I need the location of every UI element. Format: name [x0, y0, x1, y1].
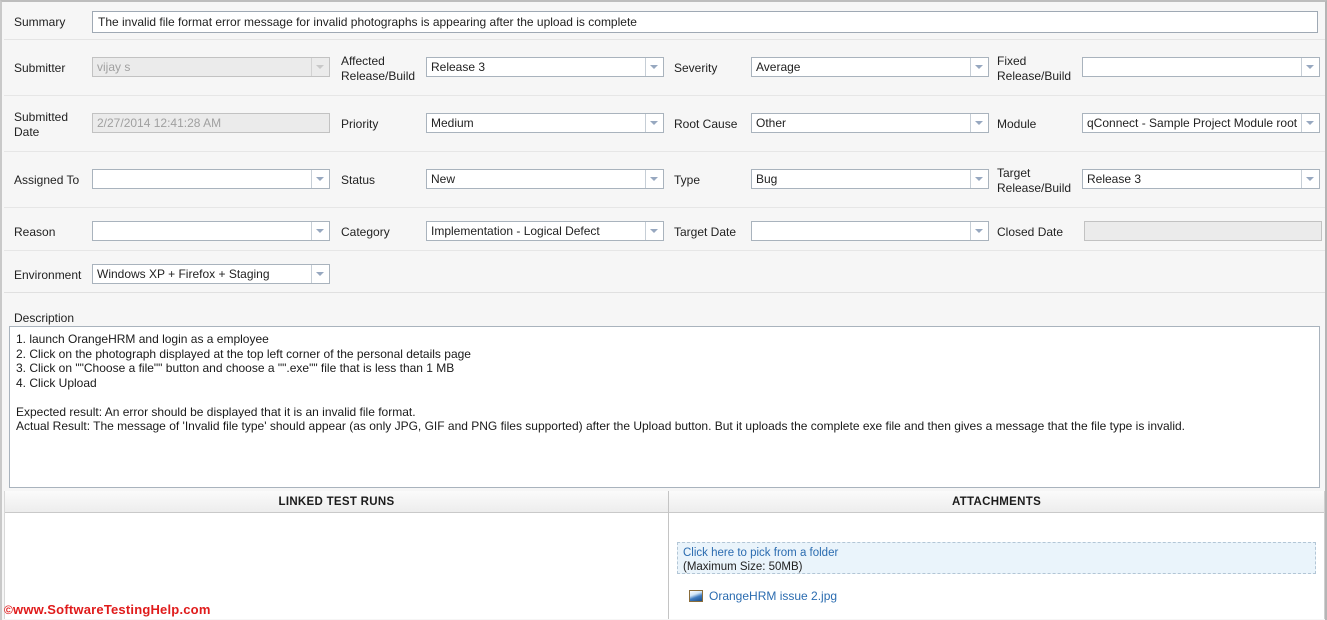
attachment-link[interactable]: OrangeHRM issue 2.jpg: [709, 589, 837, 603]
priority-field[interactable]: Medium: [426, 113, 664, 133]
submitted-date-label-line1: Submitted: [14, 110, 69, 124]
row-environment: Environment Windows XP + Firefox + Stagi…: [4, 251, 1325, 293]
linked-test-runs-panel: LINKED TEST RUNS: [4, 491, 669, 619]
fixed-release-label-line1: Fixed: [997, 54, 1027, 68]
max-size-note: (Maximum Size: 50MB): [683, 561, 803, 573]
fixed-release-label-line2: Release/Build: [997, 69, 1072, 83]
row-submitter: Submitter vijay s Affected Release/Build…: [4, 40, 1325, 96]
watermark-text: www.SoftwareTestingHelp.com: [13, 602, 211, 617]
submitted-date-field: 2/27/2014 12:41:28 AM: [92, 113, 330, 133]
assigned-to-field[interactable]: [92, 169, 330, 189]
row-submitted-date: Submitted Date 2/27/2014 12:41:28 AM Pri…: [4, 96, 1325, 152]
affected-release-field[interactable]: Release 3: [426, 57, 664, 77]
reason-label: Reason: [14, 225, 56, 239]
status-field[interactable]: New: [426, 169, 664, 189]
target-date-field[interactable]: [751, 221, 989, 241]
root-cause-label: Root Cause: [674, 117, 738, 131]
target-release-field[interactable]: Release 3: [1082, 169, 1320, 189]
bottom-panels: LINKED TEST RUNS ATTACHMENTS Click here …: [4, 491, 1325, 619]
row-assigned-to: Assigned To Status New Type Bug Target R…: [4, 152, 1325, 208]
severity-label: Severity: [674, 61, 718, 75]
linked-test-runs-title: LINKED TEST RUNS: [5, 491, 668, 513]
chevron-down-icon[interactable]: [645, 114, 663, 132]
type-field[interactable]: Bug: [751, 169, 989, 189]
severity-field[interactable]: Average: [751, 57, 989, 77]
summary-input[interactable]: The invalid file format error message fo…: [92, 11, 1318, 33]
module-field[interactable]: qConnect - Sample Project Module root: [1082, 113, 1320, 133]
submitter-label: Submitter: [14, 61, 66, 75]
chevron-down-icon[interactable]: [645, 58, 663, 76]
pick-from-folder-link[interactable]: Click here to pick from a folder: [683, 546, 1310, 560]
affected-release-label-line2: Release/Build: [341, 69, 416, 83]
attachments-body: Click here to pick from a folder (Maximu…: [669, 514, 1324, 619]
form-fields-area: Summary The invalid file format error me…: [4, 4, 1325, 293]
priority-label: Priority: [341, 117, 379, 131]
type-label: Type: [674, 173, 701, 187]
reason-field[interactable]: [92, 221, 330, 241]
environment-label: Environment: [14, 268, 82, 282]
chevron-down-icon[interactable]: [311, 58, 329, 76]
module-label: Module: [997, 117, 1037, 131]
chevron-down-icon[interactable]: [645, 222, 663, 240]
chevron-down-icon[interactable]: [970, 170, 988, 188]
category-label: Category: [341, 225, 390, 239]
chevron-down-icon[interactable]: [1301, 114, 1319, 132]
description-textarea[interactable]: 1. launch OrangeHRM and login as a emplo…: [9, 326, 1320, 488]
target-date-label: Target Date: [674, 225, 737, 239]
image-file-icon: [689, 590, 703, 602]
closed-date-label: Closed Date: [997, 225, 1064, 239]
chevron-down-icon[interactable]: [311, 265, 329, 283]
description-text: 1. launch OrangeHRM and login as a emplo…: [16, 332, 1186, 433]
chevron-down-icon[interactable]: [311, 170, 329, 188]
submitter-field[interactable]: vijay s: [92, 57, 330, 77]
assigned-to-label: Assigned To: [14, 173, 80, 187]
submitted-date-label-line2: Date: [14, 125, 40, 139]
target-release-label-line1: Target: [997, 166, 1031, 180]
list-item[interactable]: OrangeHRM issue 2.jpg: [689, 589, 837, 603]
watermark: ©www.SoftwareTestingHelp.com: [4, 602, 211, 617]
attachments-title: ATTACHMENTS: [669, 491, 1324, 513]
root-cause-field[interactable]: Other: [751, 113, 989, 133]
summary-label: Summary: [14, 15, 66, 29]
environment-field[interactable]: Windows XP + Firefox + Staging: [92, 264, 330, 284]
calendar-chevron-icon[interactable]: [970, 222, 988, 240]
chevron-down-icon[interactable]: [311, 222, 329, 240]
copyright-symbol: ©: [4, 603, 14, 617]
closed-date-field: [1084, 221, 1322, 241]
chevron-down-icon[interactable]: [1301, 58, 1319, 76]
chevron-down-icon[interactable]: [645, 170, 663, 188]
chevron-down-icon[interactable]: [970, 58, 988, 76]
row-reason: Reason Category Implementation - Logical…: [4, 208, 1325, 251]
row-summary: Summary The invalid file format error me…: [4, 4, 1325, 40]
affected-release-label-line1: Affected: [341, 54, 385, 68]
chevron-down-icon[interactable]: [1301, 170, 1319, 188]
attachment-dropzone[interactable]: Click here to pick from a folder (Maximu…: [677, 542, 1316, 574]
bug-detail-form-screen: Summary The invalid file format error me…: [0, 0, 1327, 620]
category-field[interactable]: Implementation - Logical Defect: [426, 221, 664, 241]
description-label: Description: [14, 311, 75, 325]
chevron-down-icon[interactable]: [970, 114, 988, 132]
fixed-release-field[interactable]: [1082, 57, 1320, 77]
status-label: Status: [341, 173, 376, 187]
attachments-panel: ATTACHMENTS Click here to pick from a fo…: [669, 491, 1325, 619]
target-release-label-line2: Release/Build: [997, 181, 1072, 195]
form-frame: Summary The invalid file format error me…: [0, 0, 1327, 620]
